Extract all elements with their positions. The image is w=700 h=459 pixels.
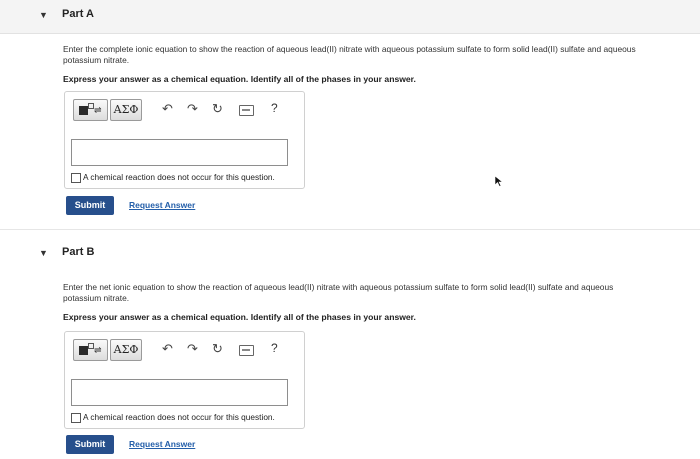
part-a-answer-panel: ⇌ ΑΣΦ ↶ ↷ ↻ ? A chemical reaction does n…: [64, 91, 305, 189]
part-a-prompt-line1: Enter the complete ionic equation to sho…: [63, 44, 636, 54]
part-a-header-band: [0, 0, 700, 34]
part-b-toolbar: ⇌ ΑΣΦ ↶ ↷ ↻ ?: [73, 339, 298, 365]
template-equals-icon: ⇌: [94, 345, 102, 355]
template-block-icon: [79, 106, 88, 115]
part-b-title[interactable]: Part B: [62, 246, 94, 258]
undo-icon[interactable]: ↶: [162, 101, 173, 117]
redo-icon[interactable]: ↷: [187, 341, 198, 357]
part-a-prompt-line2: potassium nitrate.: [63, 55, 130, 65]
redo-icon[interactable]: ↷: [187, 101, 198, 117]
part-b-answer-panel: ⇌ ΑΣΦ ↶ ↷ ↻ ? A chemical reaction does n…: [64, 331, 305, 429]
part-b-submit-button[interactable]: Submit: [66, 435, 114, 454]
part-a-request-answer-link[interactable]: Request Answer: [129, 200, 195, 210]
part-b-prompt-line1: Enter the net ionic equation to show the…: [63, 282, 614, 292]
section-divider: [0, 229, 700, 230]
no-reaction-checkbox[interactable]: [71, 173, 81, 183]
help-button[interactable]: ?: [271, 341, 278, 355]
part-a-instruction: Express your answer as a chemical equati…: [63, 74, 416, 84]
greek-symbols-button[interactable]: ΑΣΦ: [110, 99, 142, 121]
help-button[interactable]: ?: [271, 101, 278, 115]
part-a-submit-button[interactable]: Submit: [66, 196, 114, 215]
templates-button[interactable]: ⇌: [73, 339, 108, 361]
mouse-pointer-icon: [495, 176, 504, 187]
template-block-icon: [79, 346, 88, 355]
part-a-prompt: Enter the complete ionic equation to sho…: [63, 44, 636, 66]
collapse-caret-icon[interactable]: ▼: [39, 248, 48, 258]
reset-icon[interactable]: ↻: [212, 101, 223, 117]
collapse-caret-icon[interactable]: ▼: [39, 10, 48, 20]
reset-icon[interactable]: ↻: [212, 341, 223, 357]
no-reaction-checkbox[interactable]: [71, 413, 81, 423]
part-a-toolbar: ⇌ ΑΣΦ ↶ ↷ ↻ ?: [73, 99, 298, 125]
no-reaction-label: A chemical reaction does not occur for t…: [83, 172, 275, 182]
part-b-answer-input[interactable]: [71, 379, 288, 406]
no-reaction-label: A chemical reaction does not occur for t…: [83, 412, 275, 422]
templates-button[interactable]: ⇌: [73, 99, 108, 121]
keyboard-icon[interactable]: [239, 105, 254, 116]
part-b-prompt: Enter the net ionic equation to show the…: [63, 282, 613, 304]
part-a-title[interactable]: Part A: [62, 8, 94, 20]
keyboard-icon[interactable]: [239, 345, 254, 356]
part-b-instruction: Express your answer as a chemical equati…: [63, 312, 416, 322]
template-equals-icon: ⇌: [94, 105, 102, 115]
part-b-prompt-line2: potassium nitrate.: [63, 293, 130, 303]
part-a-answer-input[interactable]: [71, 139, 288, 166]
part-b-request-answer-link[interactable]: Request Answer: [129, 439, 195, 449]
greek-symbols-button[interactable]: ΑΣΦ: [110, 339, 142, 361]
undo-icon[interactable]: ↶: [162, 341, 173, 357]
